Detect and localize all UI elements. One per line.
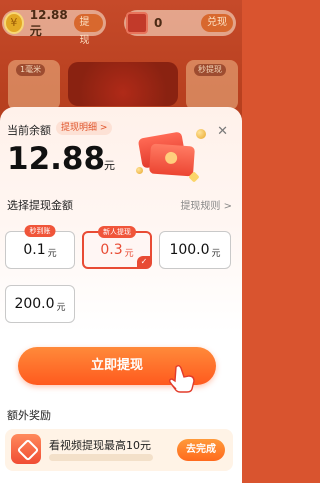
amount-value: 0.3: [100, 242, 123, 258]
video-task-icon: [11, 434, 41, 464]
pointing-hand-icon: [169, 365, 195, 393]
amount-value: 100.0: [169, 242, 210, 258]
amount-unit: 元: [124, 248, 134, 259]
background-card-tag: 1毫米: [16, 64, 46, 76]
coin-icon: [196, 129, 206, 139]
background-withdraw-button: 提现: [73, 14, 103, 46]
amount-value: 200.0: [14, 296, 55, 312]
amount-unit: 元: [47, 248, 57, 259]
video-task-progress: [49, 454, 153, 461]
amount-option-200[interactable]: 200.0 元: [5, 285, 75, 323]
close-icon[interactable]: ✕: [217, 125, 228, 138]
amount-badge: 新人提现: [98, 226, 136, 238]
balance-unit: 元: [104, 159, 115, 172]
background-card-left: 1毫米: [8, 60, 60, 110]
amount-unit: 元: [56, 302, 66, 313]
video-task-text: 看视频提现最高10元: [49, 439, 151, 452]
coin-balance-pill: ¥ 12.88元 提现: [2, 7, 106, 46]
background-banner: [68, 62, 178, 106]
coin-icon: ¥: [4, 12, 24, 34]
amount-unit: 元: [211, 248, 221, 259]
background-topbar: ¥ 12.88元 提现 0 兑现: [0, 7, 242, 46]
background-card-right: 秒提现: [186, 60, 238, 110]
red-envelope-icon: [126, 12, 148, 34]
section-title-amount: 选择提现金额: [7, 199, 73, 212]
background-card-tag: 秒提现: [194, 64, 226, 76]
amount-badge: 秒到账: [24, 225, 56, 237]
withdraw-sheet: 当前余额 提现明细 > 12.88 元 ✕ 选择提现金额 提现规则 > 秒到账 …: [0, 107, 242, 483]
cash-balance-value: 0: [154, 16, 163, 30]
balance-amount: 12.88: [7, 141, 106, 177]
section-title-extra-reward: 额外奖励: [7, 409, 51, 422]
background-redeem-button: 兑现: [201, 14, 233, 32]
red-envelope-illustration: [149, 143, 195, 177]
withdraw-rules-link[interactable]: 提现规则 >: [180, 197, 232, 212]
coin-icon: [136, 167, 143, 174]
amount-value: 0.1: [23, 242, 46, 258]
cash-balance-pill: 0 兑现: [124, 10, 236, 36]
video-task-card: 看视频提现最高10元 去完成: [5, 429, 233, 471]
withdraw-detail-link[interactable]: 提现明细 >: [56, 121, 113, 135]
amount-option-100[interactable]: 100.0 元: [159, 231, 231, 269]
amount-option-0-3[interactable]: 新人提现 0.3 元 ✓: [82, 226, 152, 269]
complete-task-button[interactable]: 去完成: [177, 439, 225, 461]
balance-label: 当前余额: [7, 124, 51, 137]
amount-option-0-1[interactable]: 秒到账 0.1 元: [5, 225, 75, 269]
coin-balance-value: 12.88元: [29, 7, 68, 38]
check-icon: ✓: [137, 256, 151, 268]
